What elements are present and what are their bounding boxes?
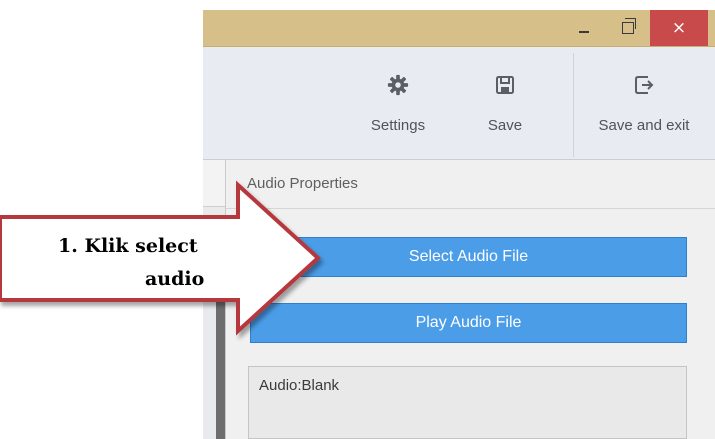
- audio-info-box: Audio:Blank: [248, 366, 687, 439]
- minimize-icon: [579, 31, 589, 33]
- save-button[interactable]: Save: [475, 47, 535, 159]
- settings-button[interactable]: Settings: [353, 47, 443, 159]
- left-pane-scrollbar[interactable]: [216, 255, 225, 439]
- callout-line-2: audio: [145, 268, 205, 290]
- gear-icon: [386, 73, 410, 97]
- audio-status-text: Audio:Blank: [259, 377, 340, 394]
- settings-label: Settings: [370, 117, 426, 134]
- save-and-exit-label: Save and exit: [598, 117, 690, 134]
- panel-header: Audio Properties: [226, 160, 715, 209]
- close-button[interactable]: ×: [650, 10, 708, 46]
- restore-button[interactable]: [606, 10, 650, 46]
- play-audio-file-button[interactable]: Play Audio File: [250, 303, 687, 343]
- toolbar: Settings Save Save and exit: [203, 47, 715, 160]
- floppy-disk-icon: [493, 73, 517, 97]
- app-window: × Settings Save Save and exit Audio Prop…: [203, 10, 715, 439]
- close-icon: ×: [671, 18, 687, 38]
- title-bar: ×: [203, 10, 715, 47]
- save-label: Save: [487, 117, 523, 134]
- audio-properties-panel: Audio Properties Select Audio File Play …: [226, 160, 715, 439]
- left-pane-tab: [203, 160, 225, 207]
- panel-title: Audio Properties: [247, 175, 358, 192]
- callout-line-1: 1. Klik select: [58, 235, 198, 257]
- exit-icon: [632, 73, 656, 97]
- select-audio-file-button[interactable]: Select Audio File: [250, 237, 687, 277]
- minimize-button[interactable]: [562, 10, 606, 46]
- restore-icon: [622, 18, 636, 34]
- save-and-exit-button[interactable]: Save and exit: [573, 47, 715, 159]
